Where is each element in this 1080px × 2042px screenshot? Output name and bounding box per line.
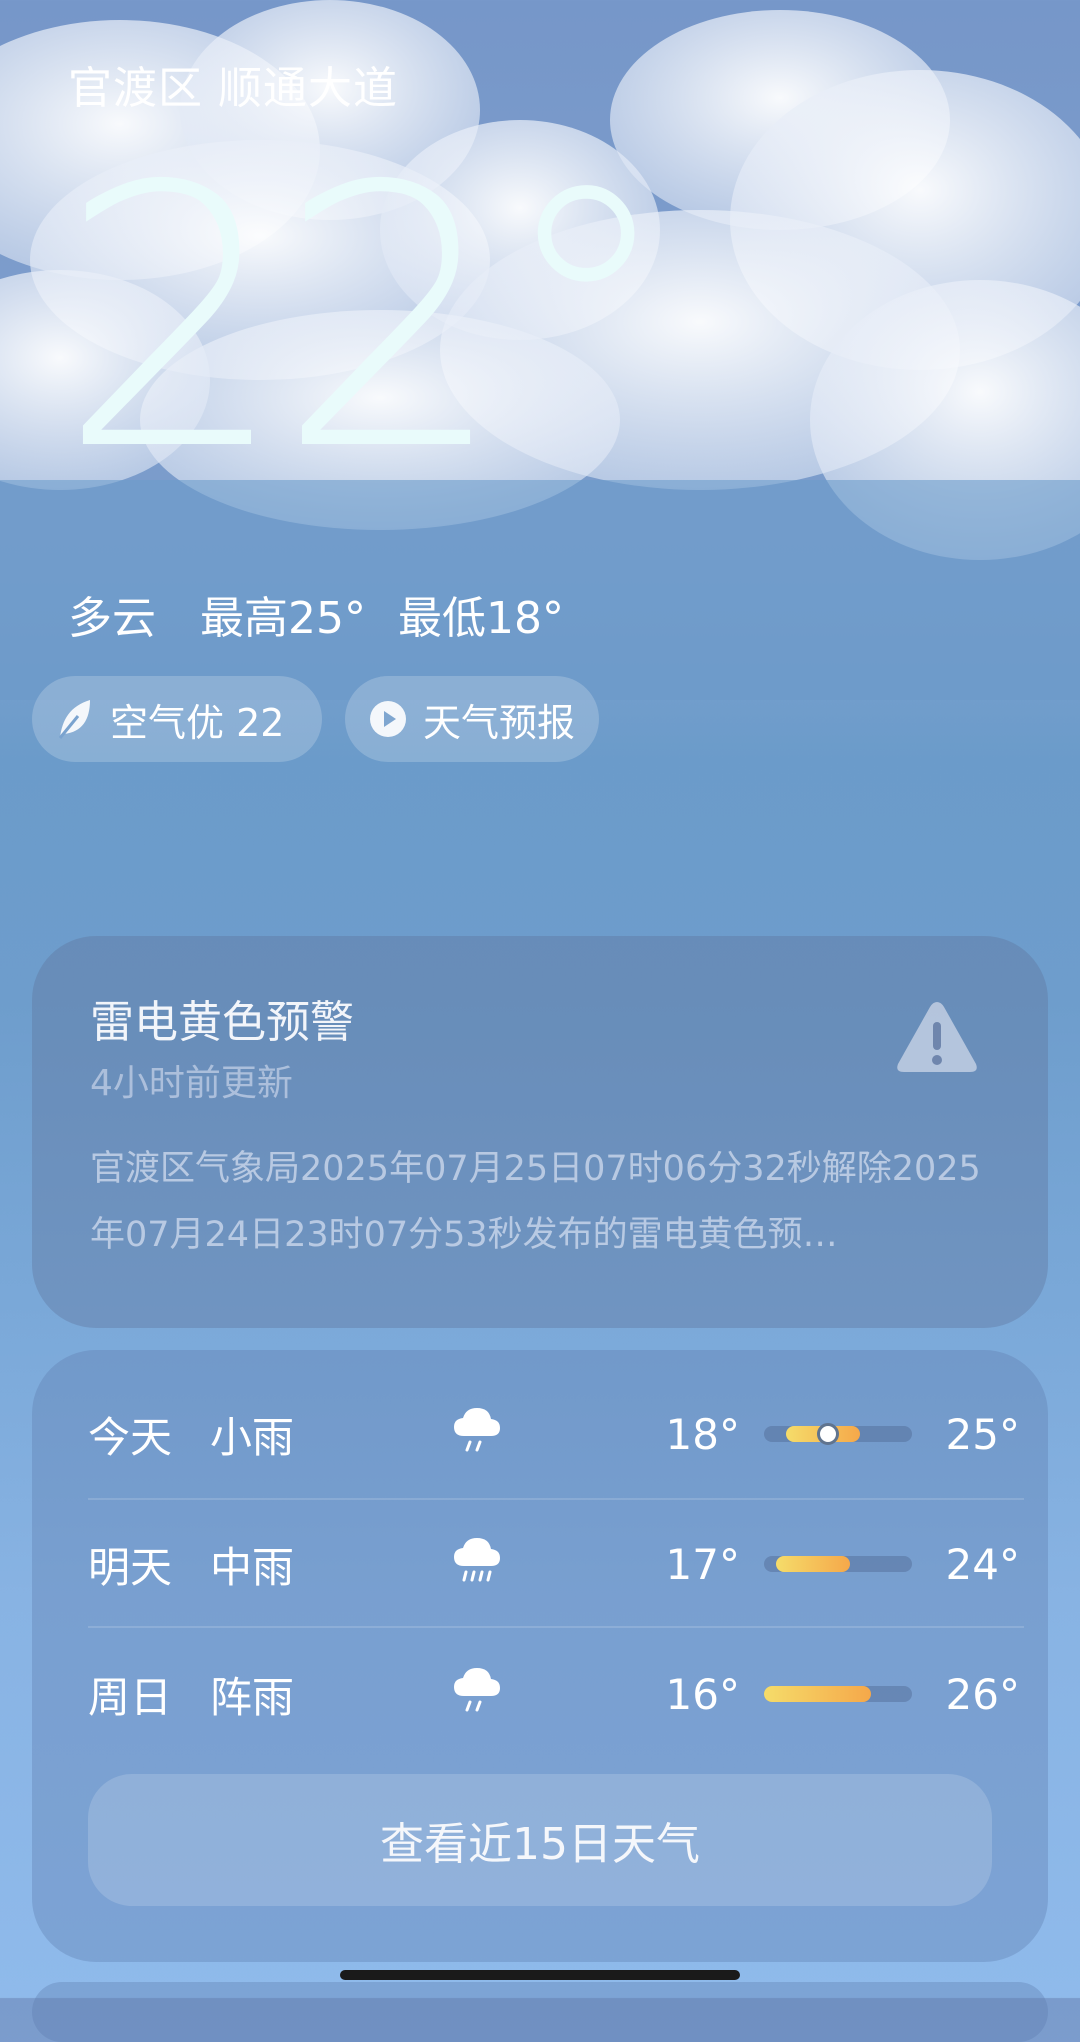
forecast-day: 明天 (88, 1542, 173, 1592)
temp-range-fill (775, 1556, 850, 1572)
shower-icon (450, 1662, 590, 1726)
forecast-condition: 阵雨 (210, 1672, 295, 1722)
forecast-condition: 中雨 (210, 1542, 295, 1592)
low-temp: 最低18° (398, 593, 564, 644)
warning-triangle-icon (894, 998, 980, 1080)
forecast-day: 周日 (88, 1672, 173, 1722)
forecast-row-tomorrow[interactable]: 明天 中雨 17° 24° (88, 1500, 1024, 1628)
temp-range-bar (764, 1423, 912, 1445)
weather-alert-card[interactable]: 雷电黄色预警 4小时前更新 官渡区气象局2025年07月25日07时06分32秒… (32, 936, 1048, 1328)
leaf-icon (56, 698, 94, 740)
view-15-day-button[interactable]: 查看近15日天气 (88, 1774, 992, 1906)
alert-title: 雷电黄色预警 (90, 997, 354, 1048)
forecast-row-sunday[interactable]: 周日 阵雨 16° 26° (88, 1630, 1024, 1758)
divider (88, 1626, 1024, 1628)
play-icon (369, 700, 407, 738)
forecast-low: 18° (665, 1409, 740, 1459)
forecast-high: 24° (945, 1539, 1020, 1589)
current-summary: 多云 最高25° 最低18° (68, 582, 594, 646)
light-rain-icon (450, 1402, 590, 1466)
forecast-day: 今天 (88, 1412, 173, 1462)
temp-range-fill (764, 1686, 871, 1702)
current-condition: 多云 (68, 593, 156, 644)
temp-range-bar (764, 1686, 912, 1702)
forecast-high: 25° (945, 1409, 1020, 1459)
forecast-low: 16° (665, 1669, 740, 1719)
daily-forecast-card: 今天 小雨 18° 25° 明天 中雨 17° 24° 周日 阵雨 16° 26… (32, 1350, 1048, 1962)
next-card-peek (32, 1982, 1048, 2042)
alert-updated-time: 4小时前更新 (90, 1063, 293, 1104)
forecast-high: 26° (945, 1669, 1020, 1719)
high-temp: 最高25° (200, 593, 366, 644)
weather-forecast-pill[interactable]: 天气预报 (345, 676, 599, 762)
location-title[interactable]: 官渡区 顺通大道 (68, 52, 398, 116)
current-temperature: 22° (58, 110, 676, 529)
weather-forecast-label: 天气预报 (423, 700, 576, 745)
air-quality-pill[interactable]: 空气优 22 (32, 676, 322, 762)
forecast-row-today[interactable]: 今天 小雨 18° 25° (88, 1370, 1024, 1498)
home-indicator[interactable] (340, 1970, 740, 1980)
forecast-low: 17° (665, 1539, 740, 1589)
alert-body: 官渡区气象局2025年07月25日07时06分32秒解除2025年07月24日2… (90, 1149, 981, 1255)
moderate-rain-icon (450, 1532, 590, 1596)
temp-range-bar (764, 1556, 912, 1572)
forecast-condition: 小雨 (210, 1412, 295, 1462)
air-quality-label: 空气优 22 (110, 700, 285, 745)
